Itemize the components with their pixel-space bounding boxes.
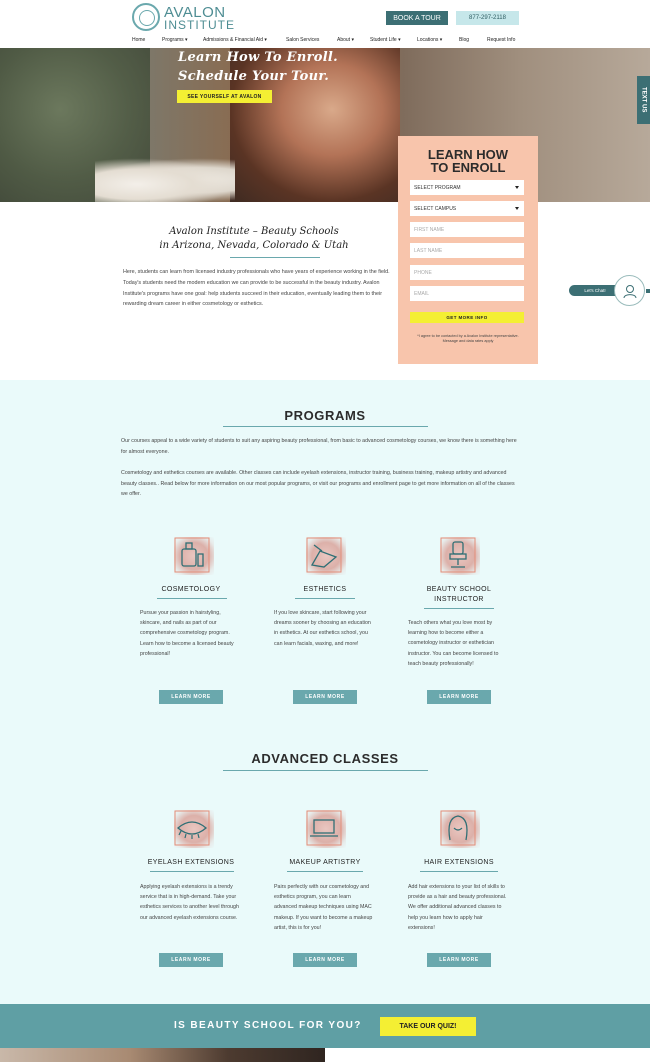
makeup-artistry-label: MAKEUP ARTISTRY (289, 859, 361, 866)
cosmetology-text: Pursue your passion in hairstyling, skin… (140, 610, 234, 657)
esthetics-text: If you love skincare, start following yo… (274, 610, 371, 647)
phone-button[interactable]: 877-297-2118 (456, 11, 519, 25)
chat-edge-marker (646, 289, 650, 293)
hair-icon (436, 806, 480, 850)
chat-avatar-icon[interactable] (614, 275, 645, 306)
hero-headline-line1: Learn How To Enroll. (178, 50, 338, 65)
eyelash-icon (170, 806, 214, 850)
programs-intro-1: Our courses appeal to a wide variety of … (121, 438, 517, 455)
intro-paragraph: Here, students can learn from licensed i… (123, 269, 390, 308)
instructor-label-line2: INSTRUCTOR (434, 596, 484, 603)
nav-item-blog[interactable]: Blog (459, 37, 469, 43)
instructor-text: Teach others what you love most by learn… (408, 620, 499, 667)
hair-divider (420, 871, 498, 872)
instructor-label: BEAUTY SCHOOL (426, 586, 492, 593)
logo-text-bottom: INSTITUTE (164, 18, 235, 32)
campus-select[interactable]: SELECT CAMPUS (410, 201, 524, 216)
eyelash-text: Applying eyelash extensions is a trendy … (140, 884, 239, 921)
cosmetology-learn-more-button[interactable]: LEARN MORE (159, 690, 223, 704)
hero-flowers-image (95, 158, 235, 202)
advanced-classes-divider (223, 770, 428, 771)
nav-item-admissions[interactable]: Admissions & Financial Aid ▾ (203, 37, 267, 43)
logo-mark-icon (132, 3, 160, 31)
eyelash-divider (150, 871, 234, 872)
esthetics-icon (302, 533, 346, 577)
nav-item-programs[interactable]: Programs ▾ (162, 37, 188, 43)
form-disclaimer: *I agree to be contacted by a Avalon Ins… (417, 334, 519, 343)
advanced-classes-title: ADVANCED CLASSES (251, 751, 399, 766)
makeup-learn-more-button[interactable]: LEARN MORE (293, 953, 357, 967)
nav-item-salon-services[interactable]: Salon Services (286, 37, 319, 43)
see-yourself-button[interactable]: SEE YOURSELF AT AVALON (177, 90, 272, 103)
program-select[interactable]: SELECT PROGRAM (410, 180, 524, 195)
hair-text: Add hair extensions to your list of skil… (408, 884, 507, 931)
makeup-divider (287, 871, 363, 872)
esthetics-label: ESTHETICS (303, 586, 347, 593)
email-field[interactable]: EMAIL (410, 286, 524, 301)
instructor-learn-more-button[interactable]: LEARN MORE (427, 690, 491, 704)
take-quiz-button[interactable]: TAKE OUR QUIZ! (380, 1017, 476, 1036)
phone-field[interactable]: PHONE (410, 265, 524, 280)
esthetics-divider (295, 598, 355, 599)
form-title: LEARN HOW TO ENROLL (398, 148, 538, 174)
intro-divider (230, 257, 320, 258)
intro-title-line1: Avalon Institute – Beauty Schools (169, 226, 339, 237)
nav-item-student-life[interactable]: Student Life ▾ (370, 37, 401, 43)
programs-intro-2: Cosmetology and esthetics courses are av… (121, 470, 515, 498)
cosmetology-divider (157, 598, 227, 599)
nav-item-request-info[interactable]: Request Info (487, 37, 515, 43)
cosmetology-icon (170, 533, 214, 577)
hair-learn-more-button[interactable]: LEARN MORE (427, 953, 491, 967)
book-tour-button[interactable]: BOOK A TOUR (386, 11, 448, 25)
programs-divider (223, 426, 428, 427)
first-name-field[interactable]: FIRST NAME (410, 222, 524, 237)
instructor-divider (424, 608, 494, 609)
quiz-banner: IS BEAUTY SCHOOL FOR YOU? (0, 1004, 650, 1048)
programs-title: PROGRAMS (284, 408, 366, 423)
nav-item-about[interactable]: About ▾ (337, 37, 354, 43)
salon-chair-icon (436, 533, 480, 577)
last-name-field[interactable]: LAST NAME (410, 243, 524, 258)
eyelash-learn-more-button[interactable]: LEARN MORE (159, 953, 223, 967)
eyelash-extensions-label: EYELASH EXTENSIONS (147, 859, 235, 866)
nav-item-locations[interactable]: Locations ▾ (417, 37, 442, 43)
esthetics-learn-more-button[interactable]: LEARN MORE (293, 690, 357, 704)
makeup-text: Pairs perfectly with our cosmetology and… (274, 884, 373, 931)
site-header: AVALON INSTITUTE BOOK A TOUR 877-297-211… (0, 0, 650, 48)
hair-extensions-label: HAIR EXTENSIONS (424, 859, 494, 866)
enroll-form: LEARN HOW TO ENROLL SELECT PROGRAM SELEC… (398, 136, 538, 364)
quiz-question: IS BEAUTY SCHOOL FOR YOU? (174, 1020, 362, 1031)
intro-title-line2: in Arizona, Nevada, Colorado & Utah (159, 240, 349, 251)
hero-headline-line2: Schedule Your Tour. (178, 69, 330, 84)
text-us-tab[interactable]: TEXT US (637, 76, 650, 124)
main-nav: Home Programs ▾ Admissions & Financial A… (0, 37, 650, 47)
avalon-logo[interactable]: AVALON INSTITUTE (132, 3, 235, 32)
form-title-line2: TO ENROLL (430, 160, 506, 175)
cosmetology-label: COSMETOLOGY (161, 586, 221, 593)
footer-photo-strip (0, 1048, 325, 1062)
agent-person-icon (623, 284, 636, 298)
get-more-info-button[interactable]: GET MORE INFO (410, 312, 524, 323)
nav-item-home[interactable]: Home (132, 37, 145, 43)
makeup-laptop-icon (302, 806, 346, 850)
